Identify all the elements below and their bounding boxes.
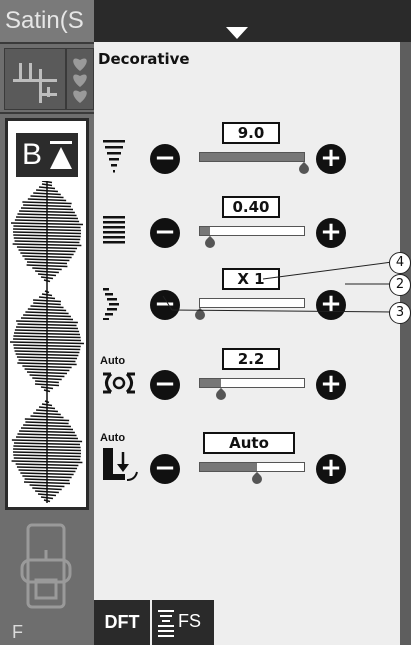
- panel-header[interactable]: [94, 0, 411, 42]
- default-tab[interactable]: DFT: [94, 600, 150, 645]
- fs-tab-label: FS: [178, 611, 202, 631]
- thread-cutter-icon: [13, 63, 57, 103]
- auto-presser-foot-slider[interactable]: [199, 462, 305, 472]
- presser-foot-letter: F: [12, 622, 23, 642]
- favorites-button[interactable]: [66, 48, 94, 110]
- collapse-arrow-icon[interactable]: [226, 27, 248, 39]
- preset-label: B: [22, 138, 43, 171]
- stitch-width-icon: [103, 140, 125, 173]
- decrease-auto-tension-button[interactable]: −: [150, 370, 180, 400]
- thread-tension-icon: [103, 372, 135, 394]
- panel-right-edge: [400, 42, 411, 645]
- auto-tension-slider[interactable]: [199, 378, 305, 388]
- decrease-density-button[interactable]: −: [150, 218, 180, 248]
- callout-3: 3: [389, 302, 411, 324]
- increase-auto-tension-button[interactable]: +: [316, 370, 346, 400]
- elongation-value: X 1: [222, 268, 280, 290]
- stitch-mode-label: Satin(S: [0, 0, 94, 42]
- auto-presser-foot-value: Auto: [203, 432, 295, 454]
- presser-foot-pressure-icon: [103, 448, 138, 481]
- width-slider[interactable]: [199, 152, 305, 162]
- stitch-density-icon: [103, 216, 125, 244]
- elongation-slider[interactable]: [199, 298, 305, 308]
- increase-density-button[interactable]: +: [316, 218, 346, 248]
- auto-tension-label: Auto: [100, 355, 126, 367]
- auto-tension-slider-fill: [200, 379, 221, 387]
- stitch-width-icon: [158, 610, 174, 637]
- stitch-preview: B: [5, 118, 89, 510]
- density-value: 0.40: [222, 196, 280, 218]
- elongation-icon: [103, 288, 119, 320]
- density-slider[interactable]: [199, 226, 305, 236]
- start-end-button[interactable]: B: [16, 133, 78, 177]
- decrease-width-button[interactable]: −: [150, 144, 180, 174]
- width-value: 9.0: [222, 122, 280, 144]
- hearts-icon: [73, 58, 87, 103]
- increase-elongation-button[interactable]: +: [316, 290, 346, 320]
- start-end-icon: [50, 141, 72, 169]
- callout-2: 2: [389, 274, 411, 296]
- satin-stitch-pattern: [10, 181, 84, 503]
- presser-foot-icon: [20, 523, 72, 609]
- auto-foot-label: Auto: [100, 432, 126, 444]
- thread-cutter-button[interactable]: [4, 48, 66, 110]
- rail-divider: [0, 42, 94, 44]
- increase-width-button[interactable]: +: [316, 144, 346, 174]
- decrease-elongation-button[interactable]: −: [150, 290, 180, 320]
- auto-tension-value: 2.2: [222, 348, 280, 370]
- decrease-auto-presser-foot-button[interactable]: −: [150, 454, 180, 484]
- rail-divider: [0, 112, 94, 114]
- density-slider-fill: [200, 227, 210, 235]
- increase-auto-presser-foot-button[interactable]: +: [316, 454, 346, 484]
- auto-presser-foot-slider-fill: [200, 463, 257, 471]
- fs-tab[interactable]: FS: [152, 600, 214, 645]
- width-slider-fill: [200, 153, 304, 161]
- callout-4: 4: [389, 252, 411, 274]
- panel-title: Decorative: [98, 50, 190, 68]
- settings-screen: Satin(S B F Decorative Auto Auto − + 9.0…: [0, 0, 411, 645]
